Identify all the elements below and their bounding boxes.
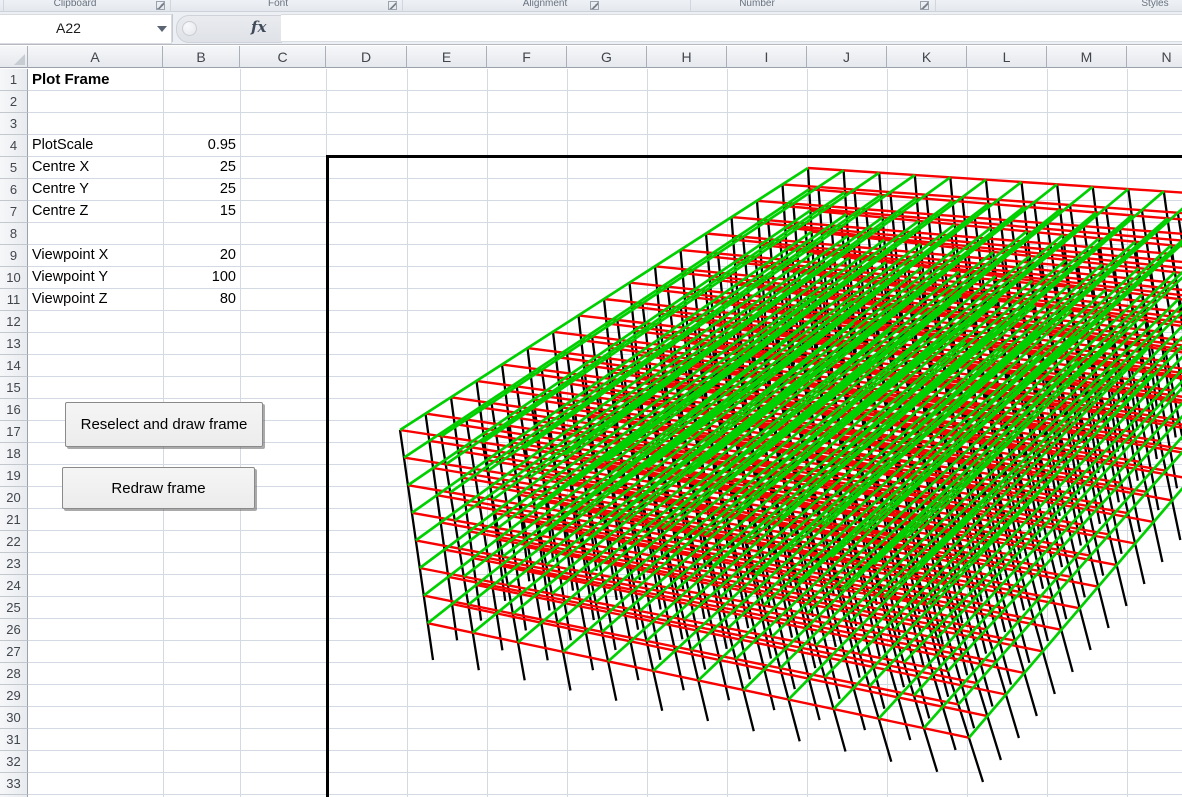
ribbon-group-label-alignment: Alignment xyxy=(523,0,567,9)
row-header-26[interactable]: 26 xyxy=(0,619,28,641)
row-header-18[interactable]: 18 xyxy=(0,443,28,465)
redraw-frame-button[interactable]: Redraw frame xyxy=(62,467,255,509)
excel-window: ClipboardFontAlignmentNumberStyles A22 f… xyxy=(0,0,1182,797)
row-header-28[interactable]: 28 xyxy=(0,663,28,685)
row-header-32[interactable]: 32 xyxy=(0,751,28,773)
ribbon-group-divider xyxy=(935,0,936,11)
ribbon-group-label-styles: Styles xyxy=(1141,0,1168,9)
select-all-corner[interactable] xyxy=(0,46,28,68)
column-header-i[interactable]: I xyxy=(727,46,807,68)
row-header-23[interactable]: 23 xyxy=(0,553,28,575)
dialog-launcher-icon[interactable] xyxy=(920,1,929,10)
formula-buttons-collapsed-icon xyxy=(182,21,197,36)
select-all-triangle-icon xyxy=(14,54,25,65)
column-header-l[interactable]: L xyxy=(967,46,1047,68)
row-header-7[interactable]: 7 xyxy=(0,201,28,223)
row-header-33[interactable]: 33 xyxy=(0,773,28,795)
column-header-m[interactable]: M xyxy=(1047,46,1127,68)
row-header-14[interactable]: 14 xyxy=(0,355,28,377)
cell-b11[interactable]: 80 xyxy=(163,289,240,311)
row-header-21[interactable]: 21 xyxy=(0,509,28,531)
cell-b4[interactable]: 0.95 xyxy=(163,135,240,157)
name-box-divider xyxy=(172,14,173,42)
column-header-g[interactable]: G xyxy=(567,46,647,68)
row-header-27[interactable]: 27 xyxy=(0,641,28,663)
gridline xyxy=(28,112,1182,113)
row-header-8[interactable]: 8 xyxy=(0,223,28,245)
cell-a1[interactable]: Plot Frame xyxy=(28,69,163,91)
ribbon-group-label-number: Number xyxy=(739,0,775,9)
name-box[interactable]: A22 xyxy=(0,14,172,44)
row-header-16[interactable]: 16 xyxy=(0,399,28,421)
row-header-30[interactable]: 30 xyxy=(0,707,28,729)
row-header-20[interactable]: 20 xyxy=(0,487,28,509)
row-header-6[interactable]: 6 xyxy=(0,179,28,201)
column-header-c[interactable]: C xyxy=(240,46,326,68)
cell-a5[interactable]: Centre X xyxy=(28,157,163,179)
column-header-a[interactable]: A xyxy=(28,46,163,68)
ribbon-group-label-font: Font xyxy=(268,0,288,9)
column-header-k[interactable]: K xyxy=(887,46,967,68)
row-header-19[interactable]: 19 xyxy=(0,465,28,487)
row-header-13[interactable]: 13 xyxy=(0,333,28,355)
row-header-25[interactable]: 25 xyxy=(0,597,28,619)
column-header-b[interactable]: B xyxy=(163,46,240,68)
cell-b7[interactable]: 15 xyxy=(163,201,240,223)
row-header-12[interactable]: 12 xyxy=(0,311,28,333)
dialog-launcher-icon[interactable] xyxy=(388,1,397,10)
row-header-2[interactable]: 2 xyxy=(0,91,28,113)
column-header-j[interactable]: J xyxy=(807,46,887,68)
row-header-11[interactable]: 11 xyxy=(0,289,28,311)
formula-input[interactable] xyxy=(281,14,1182,42)
row-header-22[interactable]: 22 xyxy=(0,531,28,553)
column-header-n[interactable]: N xyxy=(1127,46,1182,68)
column-header-h[interactable]: H xyxy=(647,46,727,68)
row-header-5[interactable]: 5 xyxy=(0,157,28,179)
ribbon-group-divider xyxy=(170,0,171,11)
ribbon-group-divider xyxy=(690,0,691,11)
ribbon-strip: Clipboard Font Alignment Number Styles xyxy=(0,0,1182,12)
name-box-value: A22 xyxy=(56,20,81,36)
name-box-dropdown-icon[interactable] xyxy=(157,26,167,32)
frame-plot-chart[interactable] xyxy=(326,155,1182,797)
row-header-10[interactable]: 10 xyxy=(0,267,28,289)
cell-a4[interactable]: PlotScale xyxy=(28,135,163,157)
row-header-17[interactable]: 17 xyxy=(0,421,28,443)
column-header-e[interactable]: E xyxy=(407,46,487,68)
row-header-3[interactable]: 3 xyxy=(0,113,28,135)
row-header-9[interactable]: 9 xyxy=(0,245,28,267)
row-header-1[interactable]: 1 xyxy=(0,69,28,91)
ribbon-group-divider xyxy=(402,0,403,11)
cell-b10[interactable]: 100 xyxy=(163,267,240,289)
cell-a11[interactable]: Viewpoint Z xyxy=(28,289,163,311)
cell-a7[interactable]: Centre Z xyxy=(28,201,163,223)
cell-b6[interactable]: 25 xyxy=(163,179,240,201)
reselect-and-draw-frame-button[interactable]: Reselect and draw frame xyxy=(65,402,263,447)
insert-function-icon[interactable]: fx xyxy=(251,18,266,36)
insert-function-area: fx xyxy=(176,15,282,43)
column-header-d[interactable]: D xyxy=(326,46,407,68)
row-header-4[interactable]: 4 xyxy=(0,135,28,157)
cell-a9[interactable]: Viewpoint X xyxy=(28,245,163,267)
cell-b5[interactable]: 25 xyxy=(163,157,240,179)
cell-a6[interactable]: Centre Y xyxy=(28,179,163,201)
dialog-launcher-icon[interactable] xyxy=(590,1,599,10)
row-header-31[interactable]: 31 xyxy=(0,729,28,751)
dialog-launcher-icon[interactable] xyxy=(156,1,165,10)
row-header-15[interactable]: 15 xyxy=(0,377,28,399)
column-header-f[interactable]: F xyxy=(487,46,567,68)
formula-bar: A22 fx xyxy=(0,12,1182,45)
ribbon-group-label-clipboard: Clipboard xyxy=(54,0,97,9)
cell-a10[interactable]: Viewpoint Y xyxy=(28,267,163,289)
gridline xyxy=(28,90,1182,91)
row-header-24[interactable]: 24 xyxy=(0,575,28,597)
row-header-29[interactable]: 29 xyxy=(0,685,28,707)
ribbon-group-divider xyxy=(3,0,4,11)
cell-b9[interactable]: 20 xyxy=(163,245,240,267)
